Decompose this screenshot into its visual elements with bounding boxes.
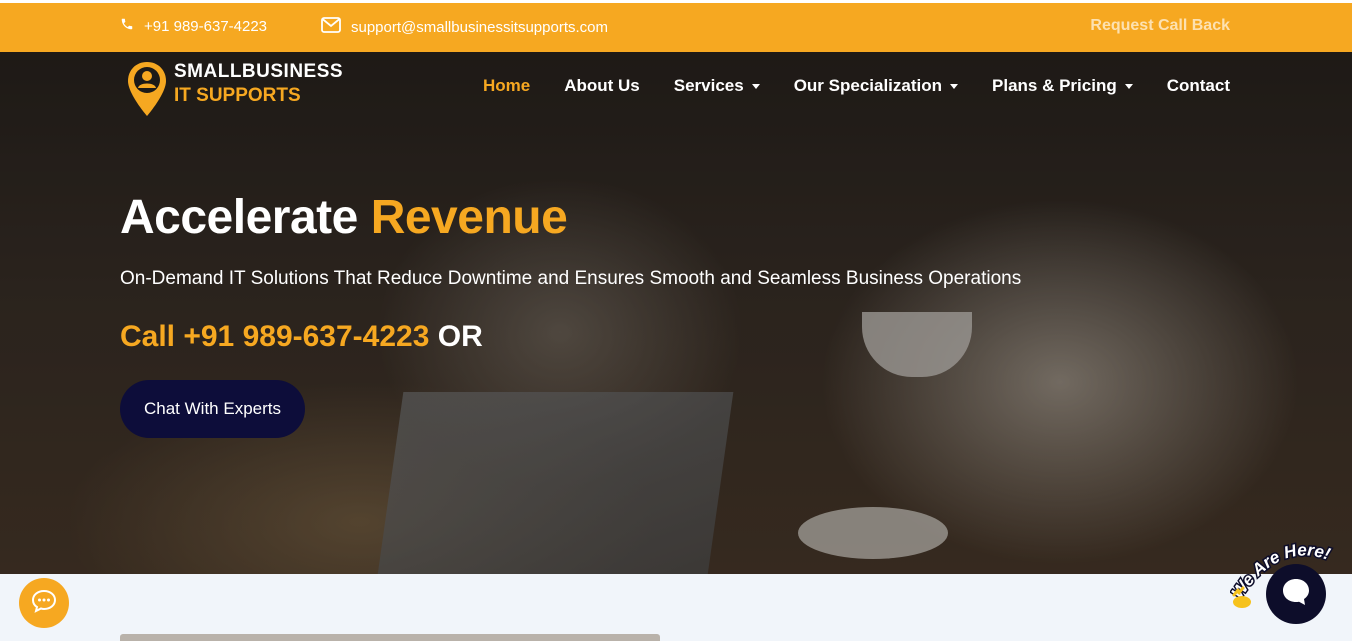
chevron-down-icon xyxy=(1124,83,1133,89)
hero-subheadline: On-Demand IT Solutions That Reduce Downt… xyxy=(120,268,1022,289)
nav-plans-pricing[interactable]: Plans & Pricing xyxy=(992,76,1133,96)
chat-bubble-icon xyxy=(31,589,57,618)
chevron-down-icon xyxy=(950,83,959,89)
top-bar: +91 989-637-4223 support@smallbusinessit… xyxy=(0,0,1352,52)
nav-contact[interactable]: Contact xyxy=(1167,76,1230,96)
nav-plans-label: Plans & Pricing xyxy=(992,76,1117,95)
nav-home[interactable]: Home xyxy=(483,76,530,96)
nav-our-specialization[interactable]: Our Specialization xyxy=(793,76,959,96)
nav-services-label: Services xyxy=(673,76,744,95)
topbar-email[interactable]: support@smallbusinessitsupports.com xyxy=(321,17,608,37)
section-image-peek xyxy=(120,634,660,641)
phone-icon xyxy=(120,17,134,35)
headline-white: Accelerate xyxy=(120,191,358,244)
chat-with-experts-button[interactable]: Chat With Experts xyxy=(120,380,305,438)
site-logo[interactable]: SMALLBUSINESS IT SUPPORTS xyxy=(126,60,343,123)
floating-chat-button[interactable] xyxy=(19,578,69,628)
logo-text: SMALLBUSINESS IT SUPPORTS xyxy=(174,60,343,108)
nav-contact-label: Contact xyxy=(1166,76,1230,95)
logo-pin-icon xyxy=(126,60,168,123)
hero-call-line: Call +91 989-637-4223 OR xyxy=(120,320,483,354)
nav-home-label: Home xyxy=(482,76,531,95)
logo-line-1: SMALLBUSINESS xyxy=(174,61,344,82)
headline-orange: Revenue xyxy=(370,191,568,244)
envelope-icon xyxy=(321,17,341,37)
hero-call-link[interactable]: Call +91 989-637-4223 xyxy=(120,320,429,353)
hero-headline: Accelerate Revenue xyxy=(120,190,568,245)
logo-line-2: IT SUPPORTS xyxy=(174,85,301,106)
chevron-down-icon xyxy=(751,83,760,89)
live-chat-icon xyxy=(1280,576,1312,613)
topbar-phone-text: +91 989-637-4223 xyxy=(144,17,268,35)
lower-section xyxy=(0,574,1352,641)
main-nav: Home About Us Services Our Specializatio… xyxy=(483,76,1230,96)
hero-or-text: OR xyxy=(437,320,483,353)
hero-overlay xyxy=(0,52,1352,574)
nav-about-us[interactable]: About Us xyxy=(564,76,640,96)
topbar-email-text: support@smallbusinessitsupports.com xyxy=(351,18,608,36)
live-chat-launcher[interactable] xyxy=(1266,564,1326,624)
nav-about-label: About Us xyxy=(564,76,640,95)
request-call-back-link[interactable]: Request Call Back xyxy=(1090,17,1230,35)
hero-section: SMALLBUSINESS IT SUPPORTS Home About Us … xyxy=(0,52,1352,574)
topbar-phone[interactable]: +91 989-637-4223 xyxy=(120,17,267,35)
nav-services[interactable]: Services xyxy=(674,76,760,96)
nav-specialization-label: Our Specialization xyxy=(793,76,943,95)
